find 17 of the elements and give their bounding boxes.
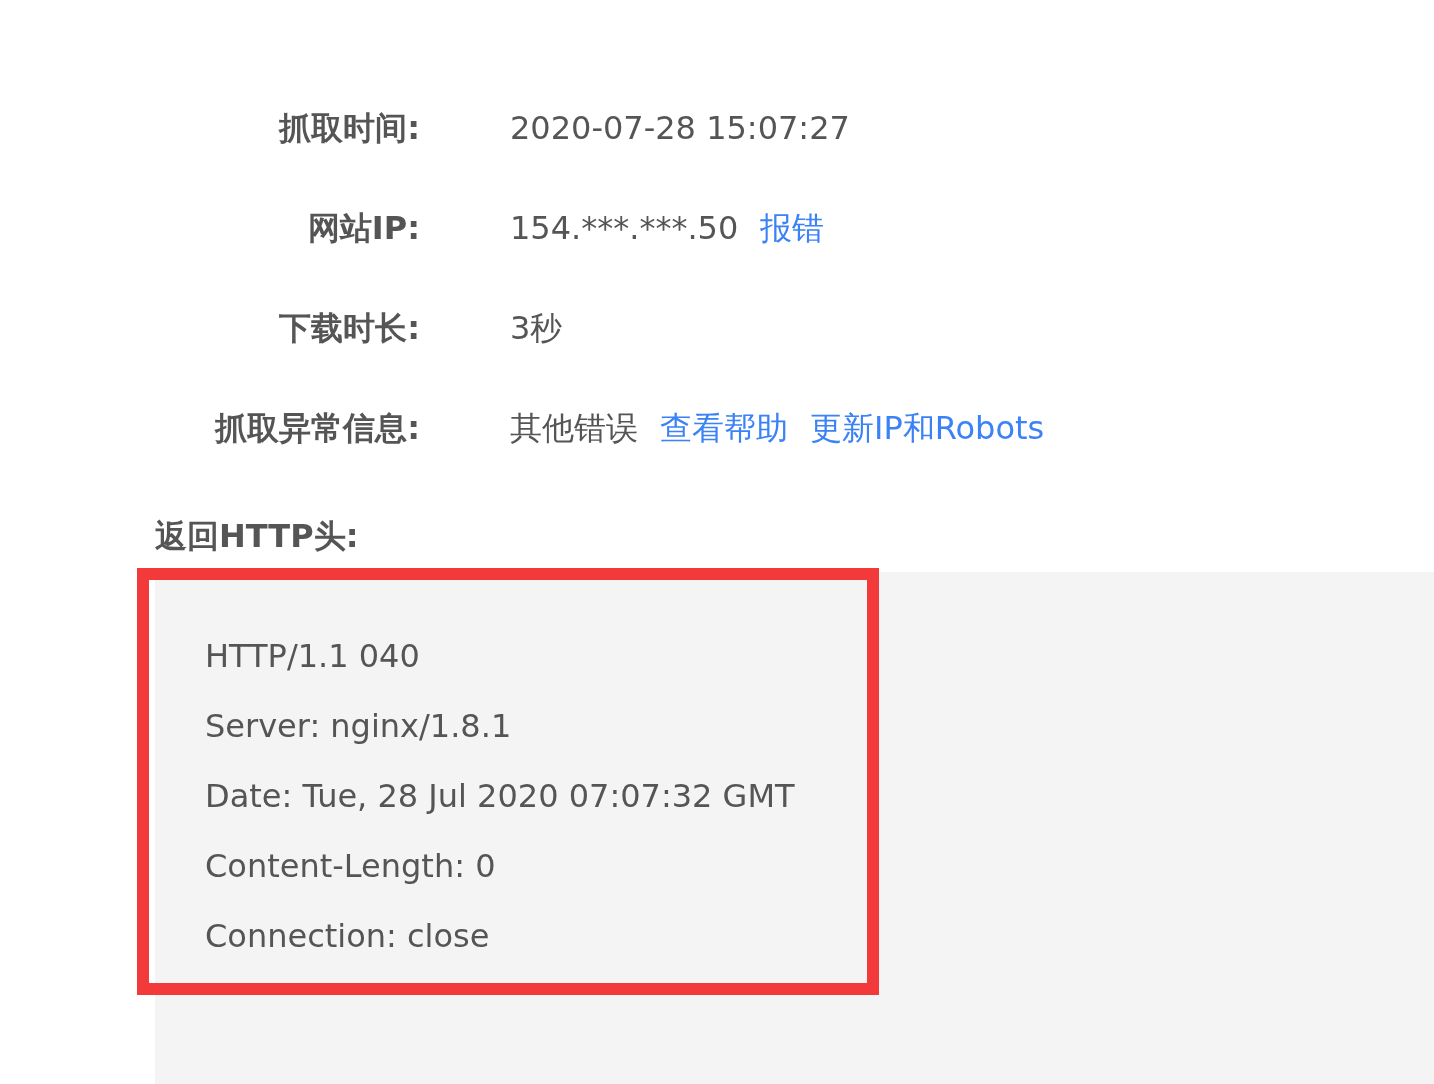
link[interactable]: 查看帮助: [660, 404, 788, 452]
header-line: Server: nginx/1.8.1: [205, 706, 513, 747]
header-line: Date: Tue, 28 Jul 2020 07:07:32 GMT: [205, 776, 796, 817]
header-line: Connection: close: [205, 916, 491, 957]
link[interactable]: 报错: [760, 204, 825, 252]
field-label: 下载时长:: [278, 308, 420, 349]
field-value: 3秒: [510, 308, 563, 349]
field-value: 其他错误: [510, 408, 638, 449]
field-value: 154.***.***.50: [510, 208, 739, 249]
field-label: 抓取时间:: [277, 108, 420, 149]
section-heading: 返回HTTP头:: [155, 517, 359, 555]
header-line: Content-Length: 0: [205, 846, 497, 887]
field-label: 抓取异常信息:: [213, 408, 420, 449]
header-line: HTTP/1.1 040: [205, 636, 421, 677]
link[interactable]: 更新IP和Robots: [810, 404, 1045, 452]
field-label: 网站IP:: [306, 208, 420, 249]
field-value: 2020-07-28 15:07:27: [510, 108, 850, 149]
